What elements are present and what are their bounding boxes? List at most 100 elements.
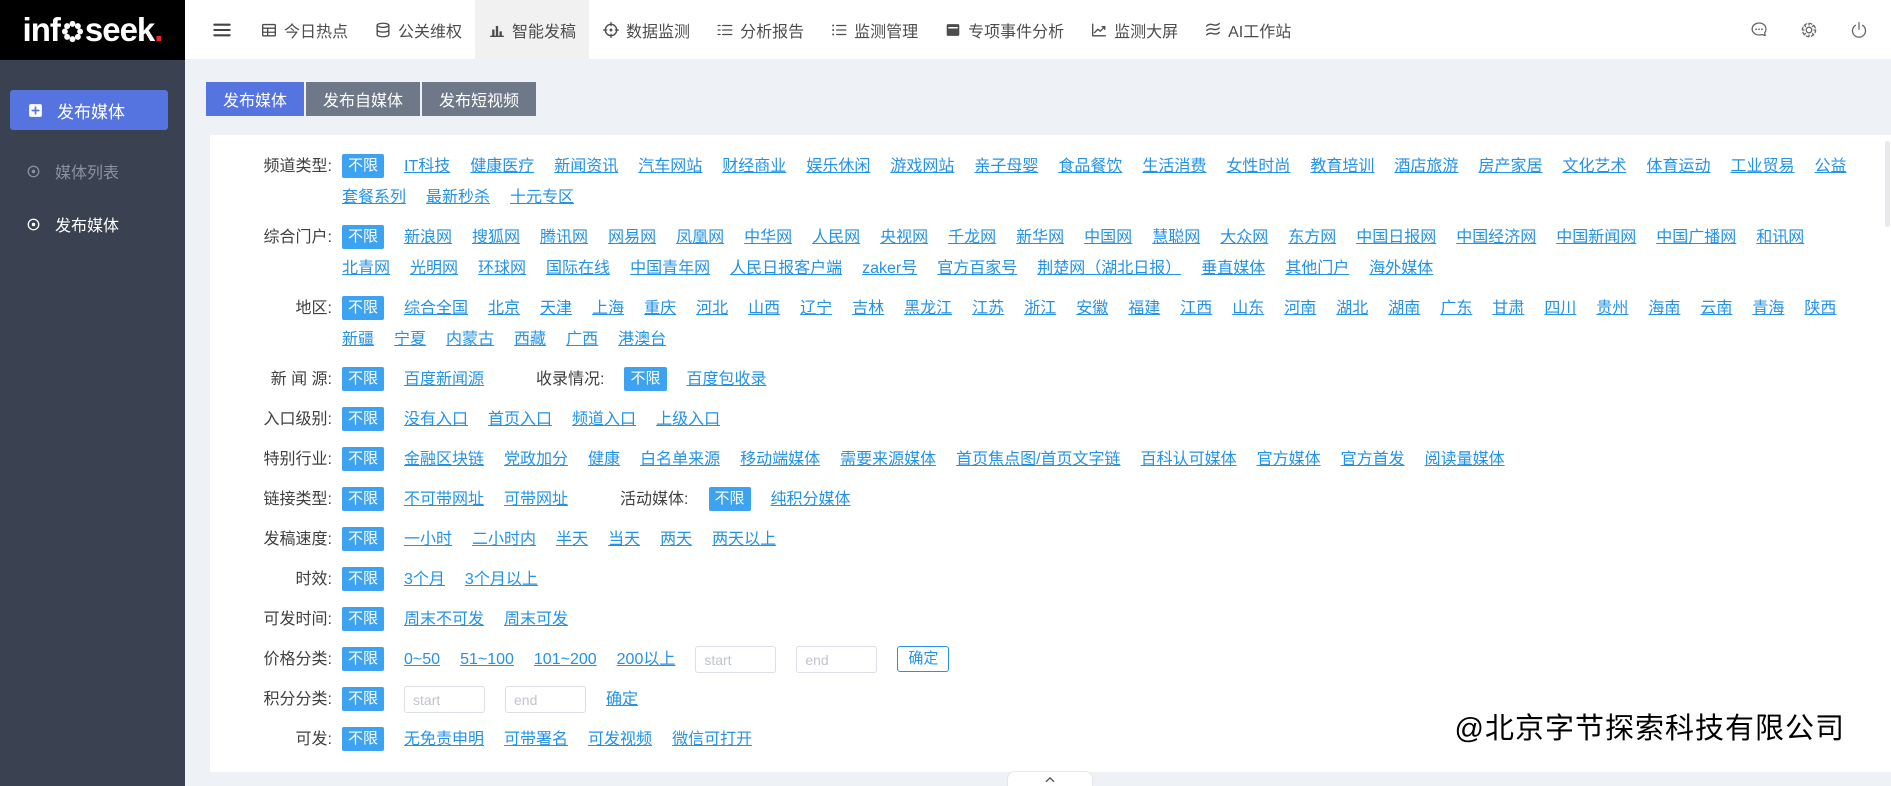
filter-option[interactable]: 云南: [1700, 293, 1732, 324]
filter-option[interactable]: 广西: [566, 324, 598, 355]
filter-option[interactable]: 中国日报网: [1356, 222, 1436, 253]
filter-option[interactable]: 吉林: [852, 293, 884, 324]
filter-option[interactable]: 财经商业: [722, 151, 786, 182]
filter-option[interactable]: 百度新闻源: [404, 364, 484, 395]
confirm-button[interactable]: 确定: [606, 684, 638, 715]
filter-option[interactable]: 健康: [588, 444, 620, 475]
filter-option[interactable]: 西藏: [514, 324, 546, 355]
range-input-start[interactable]: [695, 646, 776, 673]
sidebar-item-publish-media[interactable]: 发布媒体: [0, 212, 185, 236]
filter-option[interactable]: 工业贸易: [1730, 151, 1794, 182]
chip-unlimited[interactable]: 不限: [342, 727, 384, 751]
filter-option[interactable]: 广东: [1440, 293, 1472, 324]
filter-option[interactable]: 党政加分: [504, 444, 568, 475]
chip-unlimited[interactable]: 不限: [342, 154, 384, 178]
filter-option[interactable]: 官方百家号: [937, 253, 1017, 284]
nav-item-ai-workstation[interactable]: AI工作站: [1191, 0, 1304, 60]
filter-option[interactable]: 海外媒体: [1369, 253, 1433, 284]
filter-option[interactable]: 官方首发: [1341, 444, 1405, 475]
filter-option[interactable]: 没有入口: [404, 404, 468, 435]
chip-unlimited[interactable]: 不限: [342, 487, 384, 511]
filter-option[interactable]: 内蒙古: [446, 324, 494, 355]
filter-option[interactable]: 中国广播网: [1656, 222, 1736, 253]
filter-option[interactable]: 宁夏: [394, 324, 426, 355]
filter-option[interactable]: 官方媒体: [1257, 444, 1321, 475]
nav-item-today-hot[interactable]: 今日热点: [247, 0, 361, 60]
filter-option[interactable]: 不可带网址: [404, 484, 484, 515]
filter-option[interactable]: 食品餐饮: [1058, 151, 1122, 182]
filter-option[interactable]: 一小时: [404, 524, 452, 555]
filter-option[interactable]: 频道入口: [572, 404, 636, 435]
filter-option[interactable]: 湖南: [1388, 293, 1420, 324]
chip-unlimited[interactable]: 不限: [342, 647, 384, 671]
filter-option[interactable]: 搜狐网: [472, 222, 520, 253]
topbar-action-messages[interactable]: [1749, 20, 1769, 40]
filter-option[interactable]: 腾讯网: [540, 222, 588, 253]
filter-option[interactable]: 酒店旅游: [1394, 151, 1458, 182]
filter-option[interactable]: 百度包收录: [687, 364, 767, 395]
nav-item-data-monitor[interactable]: 数据监测: [589, 0, 703, 60]
filter-option[interactable]: 百科认可媒体: [1141, 444, 1237, 475]
tab-publish-we-media[interactable]: 发布自媒体: [306, 82, 420, 116]
filter-option[interactable]: 周末不可发: [404, 604, 484, 635]
filter-option[interactable]: 北青网: [342, 253, 390, 284]
filter-option[interactable]: 套餐系列: [342, 182, 406, 213]
filter-option[interactable]: 慧聪网: [1152, 222, 1200, 253]
filter-option[interactable]: 生活消费: [1142, 151, 1206, 182]
chip-unlimited[interactable]: 不限: [342, 367, 384, 391]
chip-unlimited[interactable]: 不限: [709, 487, 751, 511]
filter-option[interactable]: 可带网址: [504, 484, 568, 515]
filter-option[interactable]: 首页焦点图/首页文字链: [956, 444, 1120, 475]
filter-option[interactable]: 人民网: [812, 222, 860, 253]
filter-option[interactable]: 新疆: [342, 324, 374, 355]
filter-option[interactable]: 河南: [1284, 293, 1316, 324]
filter-option[interactable]: 北京: [488, 293, 520, 324]
filter-option[interactable]: 福建: [1128, 293, 1160, 324]
filter-option[interactable]: 网易网: [608, 222, 656, 253]
filter-option[interactable]: 两天: [660, 524, 692, 555]
collapse-panel-button[interactable]: [1007, 771, 1093, 786]
filter-option[interactable]: 公益: [1815, 151, 1847, 182]
filter-option[interactable]: 环球网: [478, 253, 526, 284]
filter-option[interactable]: 河北: [696, 293, 728, 324]
filter-option[interactable]: 两天以上: [712, 524, 776, 555]
filter-option[interactable]: 贵州: [1596, 293, 1628, 324]
filter-option[interactable]: 安徽: [1076, 293, 1108, 324]
filter-option[interactable]: 中国网: [1084, 222, 1132, 253]
filter-option[interactable]: 3个月: [404, 564, 445, 595]
filter-option[interactable]: 半天: [556, 524, 588, 555]
filter-option[interactable]: 新闻资讯: [554, 151, 618, 182]
nav-item-smart-publish[interactable]: 智能发稿: [475, 0, 589, 60]
nav-item-monitor-screen[interactable]: 监测大屏: [1077, 0, 1191, 60]
filter-option[interactable]: 二小时内: [472, 524, 536, 555]
filter-option[interactable]: 山东: [1232, 293, 1264, 324]
filter-option[interactable]: 山西: [748, 293, 780, 324]
nav-item-monitor-manage[interactable]: 监测管理: [817, 0, 931, 60]
filter-option[interactable]: 200以上: [617, 644, 676, 675]
chip-unlimited[interactable]: 不限: [342, 567, 384, 591]
filter-option[interactable]: 移动端媒体: [740, 444, 820, 475]
filter-option[interactable]: 和讯网: [1756, 222, 1804, 253]
filter-option[interactable]: 可发视频: [588, 724, 652, 755]
filter-option[interactable]: 游戏网站: [890, 151, 954, 182]
confirm-button[interactable]: 确定: [897, 646, 949, 672]
sidebar-item-media-list[interactable]: 媒体列表: [0, 159, 185, 183]
filter-option[interactable]: 无免责申明: [404, 724, 484, 755]
filter-option[interactable]: 垂直媒体: [1201, 253, 1265, 284]
filter-option[interactable]: 白名单来源: [640, 444, 720, 475]
filter-option[interactable]: 陕西: [1804, 293, 1836, 324]
tab-publish-short-video[interactable]: 发布短视频: [422, 82, 536, 116]
filter-option[interactable]: 四川: [1544, 293, 1576, 324]
filter-option[interactable]: IT科技: [404, 151, 450, 182]
filter-option[interactable]: 天津: [540, 293, 572, 324]
chip-unlimited[interactable]: 不限: [342, 527, 384, 551]
filter-option[interactable]: 新华网: [1016, 222, 1064, 253]
filter-option[interactable]: 最新秒杀: [426, 182, 490, 213]
filter-option[interactable]: 体育运动: [1646, 151, 1710, 182]
filter-option[interactable]: 汽车网站: [638, 151, 702, 182]
range-input-start[interactable]: [404, 686, 485, 713]
filter-option[interactable]: 金融区块链: [404, 444, 484, 475]
filter-option[interactable]: 青海: [1752, 293, 1784, 324]
filter-option[interactable]: 东方网: [1288, 222, 1336, 253]
filter-option[interactable]: 十元专区: [510, 182, 574, 213]
